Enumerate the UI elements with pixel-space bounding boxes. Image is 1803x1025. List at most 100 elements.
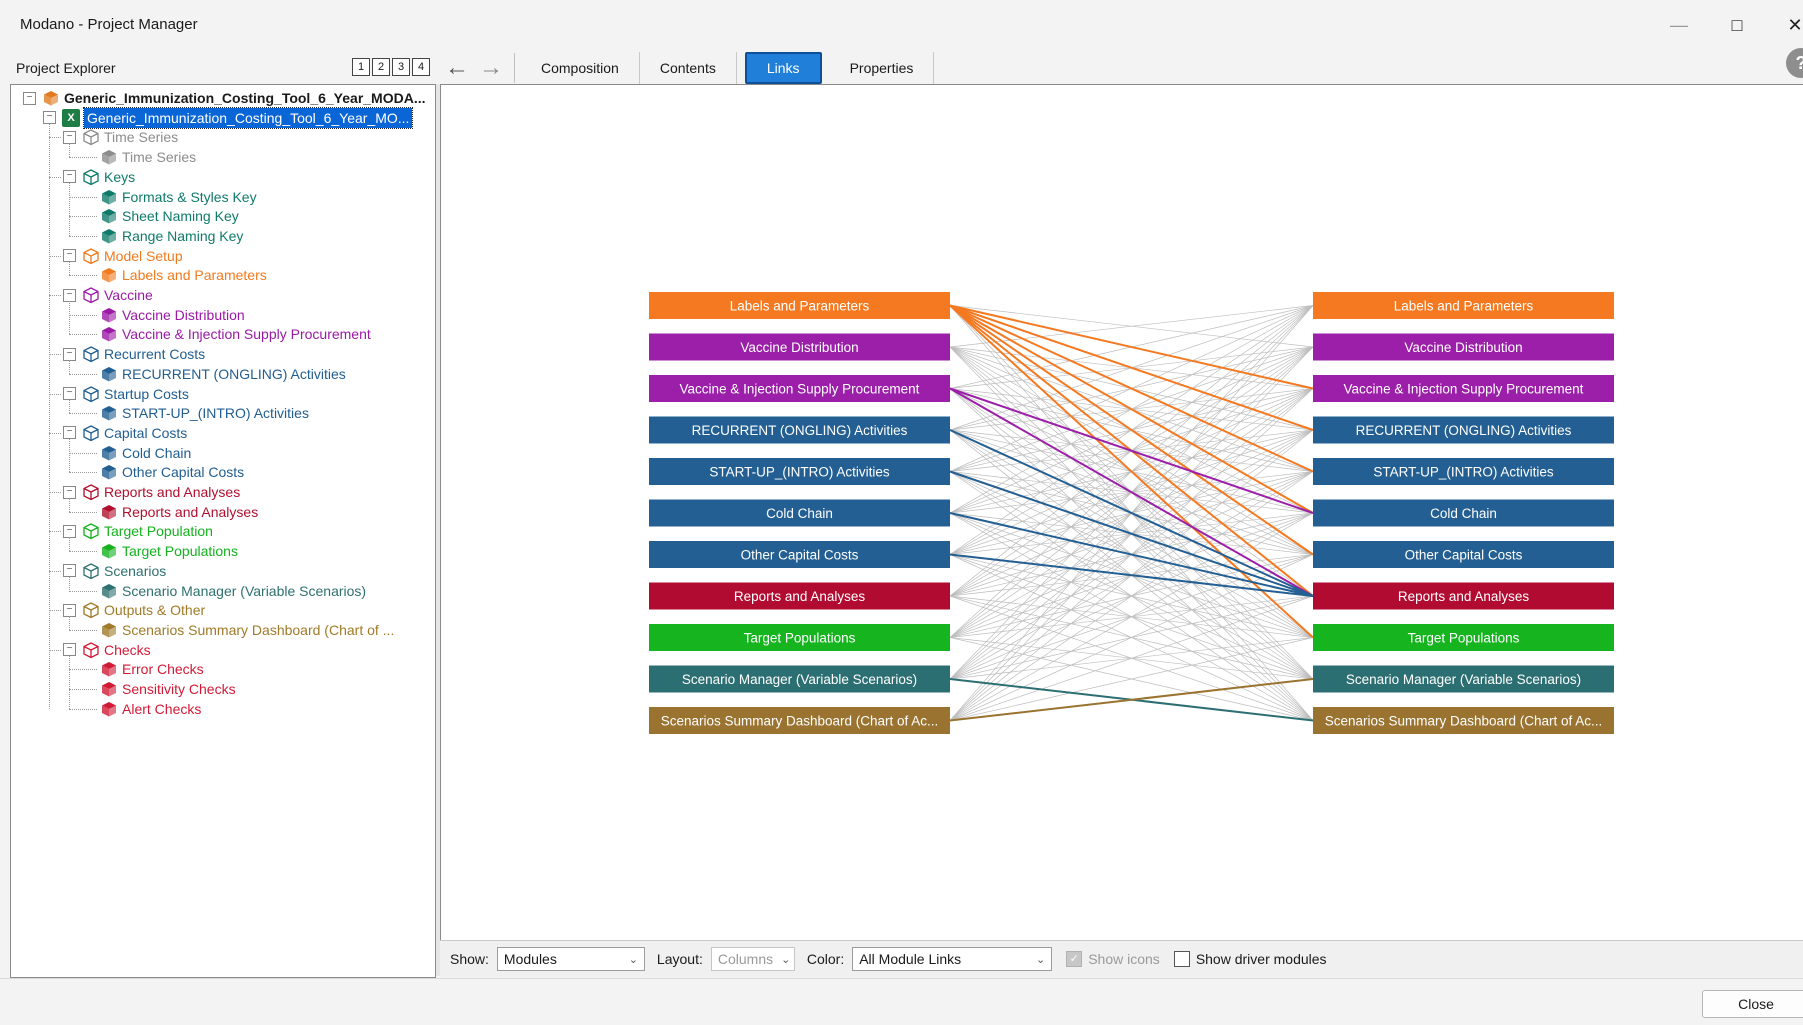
tree-module[interactable]: Scenario Manager (Variable Scenarios): [100, 581, 366, 601]
right-module-box[interactable]: Scenarios Summary Dashboard (Chart of Ac…: [1313, 707, 1614, 734]
module-group-icon: [83, 641, 99, 658]
view-1-button[interactable]: 1: [352, 58, 370, 76]
tree-module[interactable]: Time Series: [100, 147, 196, 167]
collapse-toggle[interactable]: −: [63, 524, 76, 538]
minimize-button[interactable]: —: [1656, 8, 1702, 42]
tree-module[interactable]: Vaccine Distribution: [100, 305, 245, 325]
left-module-box[interactable]: Scenario Manager (Variable Scenarios): [649, 665, 950, 693]
tab-composition[interactable]: Composition: [521, 52, 640, 84]
left-module-box[interactable]: Scenarios Summary Dashboard (Chart of Ac…: [649, 707, 950, 734]
right-module-box[interactable]: Scenario Manager (Variable Scenarios): [1313, 665, 1614, 693]
collapse-toggle[interactable]: −: [63, 130, 76, 144]
tree-connector-line: [69, 452, 97, 454]
collapse-toggle[interactable]: −: [63, 347, 76, 361]
tree-group[interactable]: − Target Population: [63, 521, 213, 541]
layout-label: Layout:: [656, 951, 703, 967]
tree-group[interactable]: − Keys: [63, 167, 135, 187]
tree-group[interactable]: − Startup Costs: [63, 384, 189, 404]
tree-workbook[interactable]: − X Generic_Immunization_Costing_Tool_6_Ye…: [43, 106, 414, 129]
back-arrow-icon[interactable]: ←: [440, 54, 474, 82]
tree-module[interactable]: Vaccine & Injection Supply Procurement: [100, 324, 371, 344]
right-module-box[interactable]: Vaccine Distribution: [1313, 333, 1614, 361]
tree-group[interactable]: − Model Setup: [63, 246, 183, 266]
left-module-box[interactable]: Reports and Analyses: [649, 582, 950, 610]
collapse-toggle[interactable]: −: [63, 249, 76, 263]
tree-module[interactable]: Error Checks: [100, 659, 204, 679]
right-module-label: Reports and Analyses: [1398, 589, 1530, 604]
tab-properties[interactable]: Properties: [830, 52, 935, 84]
collapse-toggle[interactable]: −: [63, 603, 76, 617]
view-2-button[interactable]: 2: [372, 58, 390, 76]
tree-module[interactable]: Sheet Naming Key: [100, 206, 239, 226]
tree-group[interactable]: − Recurrent Costs: [63, 344, 205, 364]
maximize-button[interactable]: □: [1714, 8, 1760, 42]
tree-module[interactable]: Labels and Parameters: [100, 265, 267, 285]
tree-group[interactable]: − Capital Costs: [63, 423, 187, 443]
tree-module[interactable]: Formats & Styles Key: [100, 187, 257, 207]
help-icon[interactable]: ?: [1786, 48, 1803, 78]
tree-group[interactable]: − Vaccine: [63, 285, 153, 305]
left-module-box[interactable]: Labels and Parameters: [649, 292, 950, 319]
left-module-box[interactable]: RECURRENT (ONGLING) Activities: [649, 416, 950, 444]
tab-links[interactable]: Links: [744, 52, 822, 84]
tree-connector-line: [69, 551, 97, 553]
tree-group[interactable]: − Scenarios: [63, 561, 166, 581]
show-icons-checkbox[interactable]: ✓: [1066, 951, 1083, 967]
project-tree: − Generic_Immunization_Costing_Tool_6_Yea…: [10, 84, 436, 978]
left-module-box[interactable]: Vaccine Distribution: [649, 333, 950, 361]
collapse-toggle[interactable]: −: [63, 426, 76, 440]
collapse-toggle[interactable]: −: [63, 387, 76, 400]
collapse-toggle[interactable]: −: [63, 288, 76, 302]
left-module-box[interactable]: START-UP_(INTRO) Activities: [649, 458, 950, 485]
tab-contents[interactable]: Contents: [640, 52, 737, 84]
tree-module[interactable]: Other Capital Costs: [100, 462, 244, 482]
collapse-toggle[interactable]: −: [63, 564, 76, 578]
tree-group[interactable]: − Checks: [63, 640, 151, 660]
left-module-box[interactable]: Other Capital Costs: [649, 541, 950, 568]
tree-module[interactable]: Alert Checks: [100, 699, 201, 719]
right-module-box[interactable]: Target Populations: [1313, 624, 1614, 651]
tree-module[interactable]: Cold Chain: [100, 443, 191, 463]
tree-module[interactable]: Range Naming Key: [100, 226, 243, 246]
layout-select[interactable]: Columns ⌄: [710, 947, 795, 971]
collapse-toggle[interactable]: −: [63, 485, 76, 499]
collapse-toggle[interactable]: −: [23, 91, 36, 105]
module-icon: [102, 682, 116, 697]
right-module-box[interactable]: Cold Chain: [1313, 499, 1614, 527]
left-module-box[interactable]: Target Populations: [649, 624, 950, 651]
tree-module[interactable]: Target Populations: [100, 541, 238, 561]
module-icon: [102, 189, 116, 204]
collapse-toggle[interactable]: −: [43, 111, 56, 125]
collapse-toggle[interactable]: −: [63, 643, 76, 657]
right-module-box[interactable]: START-UP_(INTRO) Activities: [1313, 458, 1614, 485]
right-module-box[interactable]: Other Capital Costs: [1313, 541, 1614, 568]
tree-module-label: Range Naming Key: [122, 227, 244, 244]
left-module-box[interactable]: Vaccine & Injection Supply Procurement: [649, 375, 950, 402]
left-module-box[interactable]: Cold Chain: [649, 499, 950, 527]
tree-connector-line: [49, 649, 61, 651]
forward-arrow-icon[interactable]: →: [474, 54, 508, 82]
tree-module[interactable]: Sensitivity Checks: [100, 679, 236, 699]
close-button[interactable]: Close: [1702, 990, 1803, 1018]
tree-module[interactable]: Scenarios Summary Dashboard (Chart of ..…: [100, 620, 394, 640]
tree-group[interactable]: − Reports and Analyses: [63, 482, 240, 502]
show-driver-modules-checkbox[interactable]: [1173, 951, 1190, 967]
view-4-button[interactable]: 4: [412, 58, 430, 76]
tree-root[interactable]: − Generic_Immunization_Costing_Tool_6_Yea…: [23, 88, 426, 108]
tree-group[interactable]: − Time Series: [63, 127, 178, 147]
tree-module[interactable]: RECURRENT (ONGLING) Activities: [100, 364, 346, 384]
tree-module[interactable]: Reports and Analyses: [100, 502, 258, 522]
right-module-box[interactable]: Reports and Analyses: [1313, 582, 1614, 610]
tree-module-label: Time Series: [122, 149, 197, 166]
right-module-box[interactable]: Labels and Parameters: [1313, 292, 1614, 319]
close-window-button[interactable]: ✕: [1772, 8, 1803, 42]
tree-group[interactable]: − Outputs & Other: [63, 600, 205, 620]
collapse-toggle[interactable]: −: [63, 170, 76, 184]
tree-module[interactable]: START-UP_(INTRO) Activities: [100, 403, 309, 423]
right-module-box[interactable]: Vaccine & Injection Supply Procurement: [1313, 375, 1614, 402]
color-select[interactable]: All Module Links ⌄: [852, 947, 1053, 971]
view-3-button[interactable]: 3: [392, 58, 410, 76]
right-module-box[interactable]: RECURRENT (ONGLING) Activities: [1313, 416, 1614, 444]
tree-connector-line: [69, 590, 97, 592]
show-select[interactable]: Modules ⌄: [496, 947, 645, 971]
